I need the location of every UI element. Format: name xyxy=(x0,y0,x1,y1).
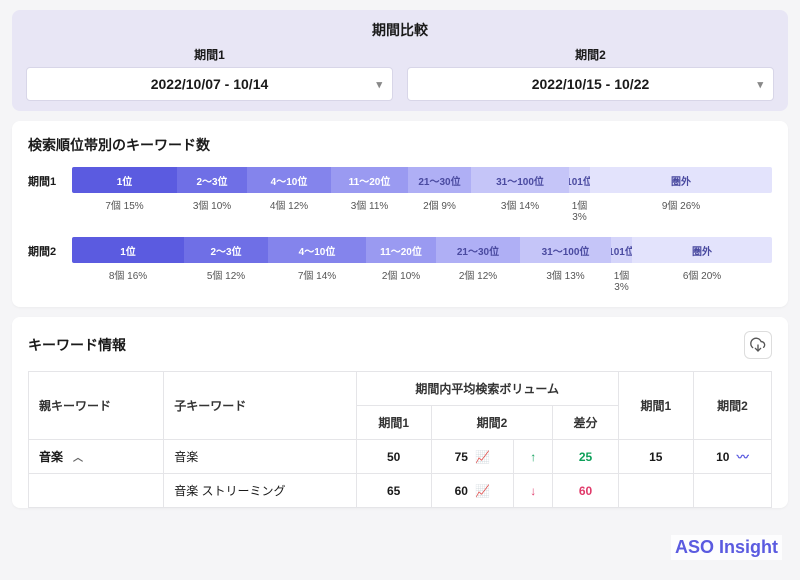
rank-segment-text: 3個 10% xyxy=(177,197,247,223)
rank-bar-period1: 1位2〜3位4〜10位11〜20位21〜30位31〜100位101位圏外 xyxy=(72,167,772,193)
col-group-avg-volume: 期間内平均検索ボリューム xyxy=(356,372,618,406)
period1-value: 2022/10/07 - 10/14 xyxy=(151,76,269,92)
chart-icon[interactable]: 📈 xyxy=(475,450,490,464)
col-diff: 差分 xyxy=(553,406,618,440)
child-keyword: 音楽 ストリーミング xyxy=(164,474,356,508)
rank-segment: 1位 xyxy=(72,167,177,193)
right-period2: 10 〰 xyxy=(693,440,771,474)
rank-bar-period2: 1位2〜3位4〜10位11〜20位21〜30位31〜100位101位圏外 xyxy=(72,237,772,263)
rank-segment-text: 3個 13% xyxy=(520,267,611,293)
rank-segment: 4〜10位 xyxy=(268,237,366,263)
trend-arrow: ↓ xyxy=(514,474,553,508)
rank-segment-text: 9個 26% xyxy=(590,197,772,223)
period1-label: 期間1 xyxy=(26,46,393,63)
parent-keyword-cell[interactable]: 音楽 ︿ xyxy=(39,448,153,465)
rank-segment-text: 8個 16% xyxy=(72,267,184,293)
vol-period2: 60 📈 xyxy=(431,474,513,508)
rank-segment-text: 2個 10% xyxy=(366,267,436,293)
rank-row-period2: 期間2 1位2〜3位4〜10位11〜20位21〜30位31〜100位101位圏外… xyxy=(28,237,772,293)
col-right-p1: 期間1 xyxy=(618,372,693,440)
table-row: 音楽︿音楽5075 📈↑251510 〰 xyxy=(29,440,772,474)
rank-segment: 101位 xyxy=(569,167,590,193)
trend-arrow: ↑ xyxy=(514,440,553,474)
chevron-down-icon: ▾ xyxy=(376,78,382,91)
right-period1 xyxy=(618,474,693,508)
rank-segment-text: 2個 9% xyxy=(408,197,471,223)
rank-segment-text: 2個 12% xyxy=(436,267,520,293)
col-child: 子キーワード xyxy=(164,372,356,440)
table-row: 音楽 ストリーミング6560 📈↓60 xyxy=(29,474,772,508)
rank-segment: 21〜30位 xyxy=(436,237,520,263)
rank-text-period1: 7個 15%3個 10%4個 12%3個 11%2個 9%3個 14%1個 3%… xyxy=(72,197,772,223)
rank-text-period2: 8個 16%5個 12%7個 14%2個 10%2個 12%3個 13%1個 3… xyxy=(72,267,772,293)
child-keyword: 音楽 xyxy=(164,440,356,474)
rank-segment: 11〜20位 xyxy=(366,237,436,263)
parent-keyword: 音楽 xyxy=(39,448,63,465)
chevron-down-icon: ▾ xyxy=(757,78,763,91)
vol-period1: 50 xyxy=(356,440,431,474)
keyword-info-card: キーワード情報 親キーワード 子キーワード 期間内平均検索ボリューム 期間1 期… xyxy=(12,317,788,508)
rank-segment: 圏外 xyxy=(632,237,772,263)
rank-segment: 圏外 xyxy=(590,167,772,193)
rank-distribution-card: 検索順位帯別のキーワード数 期間1 1位2〜3位4〜10位11〜20位21〜30… xyxy=(12,121,788,307)
col-parent: 親キーワード xyxy=(29,372,164,440)
rank-segment: 2〜3位 xyxy=(184,237,268,263)
rank-segment-text: 5個 12% xyxy=(184,267,268,293)
col-p1: 期間1 xyxy=(356,406,431,440)
diff-value: 60 xyxy=(553,474,618,508)
rank-segment-text: 4個 12% xyxy=(247,197,331,223)
rank-segment: 31〜100位 xyxy=(520,237,611,263)
col-right-p2: 期間2 xyxy=(693,372,771,440)
download-cloud-icon xyxy=(750,337,766,353)
rank-segment-text: 7個 15% xyxy=(72,197,177,223)
period2-select[interactable]: 2022/10/15 - 10/22 ▾ xyxy=(407,67,774,101)
rank-segment-text: 6個 20% xyxy=(632,267,772,293)
vol-period1: 65 xyxy=(356,474,431,508)
right-period2 xyxy=(693,474,771,508)
rank-segment: 2〜3位 xyxy=(177,167,247,193)
rank-row-label: 期間1 xyxy=(28,167,72,189)
period-compare-title: 期間比較 xyxy=(26,20,774,40)
rank-segment-text: 3個 11% xyxy=(331,197,408,223)
right-period1: 15 xyxy=(618,440,693,474)
period2-label: 期間2 xyxy=(407,46,774,63)
chevron-up-icon: ︿ xyxy=(73,449,83,464)
rank-segment-text: 7個 14% xyxy=(268,267,366,293)
period2-value: 2022/10/15 - 10/22 xyxy=(532,76,650,92)
rank-row-period1: 期間1 1位2〜3位4〜10位11〜20位21〜30位31〜100位101位圏外… xyxy=(28,167,772,223)
diff-value: 25 xyxy=(553,440,618,474)
chart-icon[interactable]: 📈 xyxy=(475,484,490,498)
rank-segment-text: 1個 3% xyxy=(611,267,632,293)
rank-distribution-title: 検索順位帯別のキーワード数 xyxy=(28,135,772,155)
rank-segment: 1位 xyxy=(72,237,184,263)
keyword-info-title: キーワード情報 xyxy=(28,335,126,355)
vol-period2: 75 📈 xyxy=(431,440,513,474)
period1-select[interactable]: 2022/10/07 - 10/14 ▾ xyxy=(26,67,393,101)
keyword-table: 親キーワード 子キーワード 期間内平均検索ボリューム 期間1 期間2 期間1 期… xyxy=(28,371,772,508)
rank-segment-text: 3個 14% xyxy=(471,197,569,223)
col-p2: 期間2 xyxy=(431,406,553,440)
brand-logo: ASO Insight xyxy=(671,535,782,560)
rank-segment: 21〜30位 xyxy=(408,167,471,193)
rank-row-label: 期間2 xyxy=(28,237,72,259)
rank-segment: 101位 xyxy=(611,237,632,263)
rank-segment: 11〜20位 xyxy=(331,167,408,193)
spark-icon[interactable]: 〰 xyxy=(737,450,749,464)
rank-segment-text: 1個 3% xyxy=(569,197,590,223)
rank-segment: 4〜10位 xyxy=(247,167,331,193)
rank-segment: 31〜100位 xyxy=(471,167,569,193)
period-compare-panel: 期間比較 期間1 2022/10/07 - 10/14 ▾ 期間2 2022/1… xyxy=(12,10,788,111)
download-button[interactable] xyxy=(744,331,772,359)
